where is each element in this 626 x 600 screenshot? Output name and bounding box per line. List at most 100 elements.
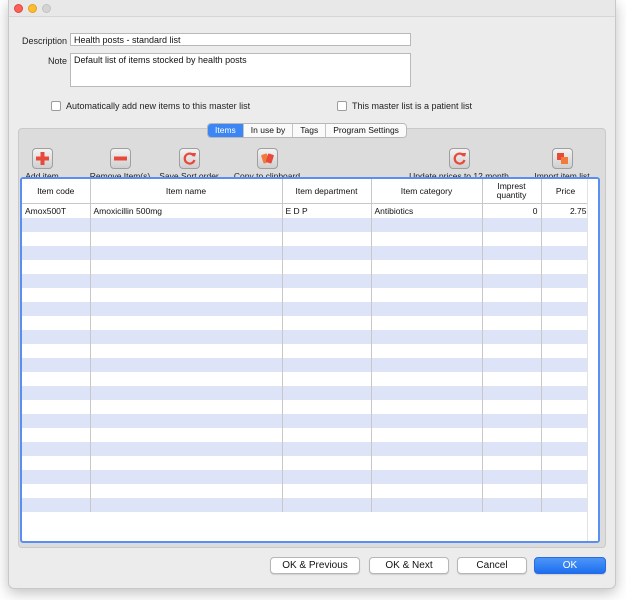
empty-cell — [282, 330, 372, 344]
empty-cell — [282, 358, 372, 372]
ok-button[interactable]: OK — [534, 557, 606, 574]
tab-tags[interactable]: Tags — [293, 124, 327, 137]
empty-cell — [371, 400, 483, 414]
empty-cell — [371, 274, 483, 288]
empty-cell — [22, 218, 91, 232]
empty-row — [22, 386, 591, 400]
empty-cell — [541, 498, 591, 512]
empty-cell — [482, 232, 542, 246]
empty-cell — [90, 372, 283, 386]
ok-next-button[interactable]: OK & Next — [369, 557, 449, 574]
empty-cell — [90, 260, 283, 274]
col-item-department[interactable]: Item department — [282, 179, 372, 204]
empty-cell — [22, 246, 91, 260]
empty-cell — [541, 414, 591, 428]
col-item-code[interactable]: Item code — [22, 179, 91, 204]
empty-cell — [482, 344, 542, 358]
empty-cell — [22, 232, 91, 246]
empty-cell — [482, 428, 542, 442]
empty-cell — [282, 288, 372, 302]
empty-cell — [90, 330, 283, 344]
patient-list-checkbox-row[interactable]: This master list is a patient list — [337, 101, 472, 111]
zoom-window-button[interactable] — [42, 4, 51, 13]
empty-cell — [482, 302, 542, 316]
empty-cell — [282, 400, 372, 414]
empty-row — [22, 470, 591, 484]
cell-imprest-quantity: 0 — [482, 203, 542, 218]
empty-cell — [90, 316, 283, 330]
empty-cell — [482, 442, 542, 456]
patient-list-checkbox[interactable] — [337, 101, 347, 111]
empty-cell — [22, 428, 91, 442]
col-imprest-quantity[interactable]: Imprest quantity — [482, 179, 542, 204]
auto-add-checkbox-row[interactable]: Automatically add new items to this mast… — [51, 101, 250, 111]
empty-cell — [282, 260, 372, 274]
empty-cell — [541, 330, 591, 344]
tab-program-settings[interactable]: Program Settings — [326, 124, 406, 137]
empty-cell — [90, 484, 283, 498]
empty-cell — [371, 428, 483, 442]
empty-cell — [482, 456, 542, 470]
empty-cell — [482, 274, 542, 288]
empty-cell — [482, 414, 542, 428]
empty-row — [22, 260, 591, 274]
col-item-name[interactable]: Item name — [90, 179, 283, 204]
empty-cell — [90, 246, 283, 260]
col-item-category[interactable]: Item category — [371, 179, 483, 204]
minimize-window-button[interactable] — [28, 4, 37, 13]
empty-row — [22, 358, 591, 372]
empty-cell — [90, 232, 283, 246]
description-field[interactable]: Health posts - standard list — [70, 33, 411, 46]
empty-cell — [282, 484, 372, 498]
empty-cell — [90, 358, 283, 372]
empty-cell — [541, 358, 591, 372]
cancel-button[interactable]: Cancel — [457, 557, 527, 574]
empty-row — [22, 274, 591, 288]
ok-previous-button[interactable]: OK & Previous — [270, 557, 360, 574]
empty-cell — [282, 232, 372, 246]
empty-cell — [22, 372, 91, 386]
note-field[interactable]: Default list of items stocked by health … — [70, 53, 411, 87]
empty-cell — [90, 218, 283, 232]
empty-cell — [22, 456, 91, 470]
empty-cell — [22, 344, 91, 358]
empty-cell — [541, 274, 591, 288]
close-window-button[interactable] — [14, 4, 23, 13]
empty-cell — [541, 246, 591, 260]
table-row[interactable]: Amox500T Amoxicillin 500mg E D P Antibio… — [22, 203, 591, 218]
clipboard-icon — [256, 148, 278, 169]
empty-cell — [22, 330, 91, 344]
empty-cell — [371, 386, 483, 400]
empty-row — [22, 316, 591, 330]
empty-row — [22, 302, 591, 316]
empty-cell — [22, 358, 91, 372]
auto-add-checkbox[interactable] — [51, 101, 61, 111]
empty-cell — [482, 386, 542, 400]
col-price[interactable]: Price — [541, 179, 591, 204]
empty-row — [22, 484, 591, 498]
empty-cell — [282, 442, 372, 456]
empty-cell — [22, 302, 91, 316]
tab-items[interactable]: Items — [208, 124, 244, 137]
empty-row — [22, 288, 591, 302]
items-table[interactable]: Item code Item name Item department Item… — [20, 177, 600, 543]
empty-cell — [282, 498, 372, 512]
vertical-scrollbar[interactable] — [587, 179, 598, 541]
empty-cell — [541, 442, 591, 456]
empty-cell — [371, 218, 483, 232]
table-header-row: Item code Item name Item department Item… — [22, 179, 591, 204]
cell-item-name: Amoxicillin 500mg — [90, 203, 283, 218]
empty-cell — [90, 442, 283, 456]
empty-cell — [371, 260, 483, 274]
empty-cell — [22, 442, 91, 456]
tab-in-use-by[interactable]: In use by — [243, 124, 294, 137]
empty-cell — [371, 344, 483, 358]
empty-cell — [482, 372, 542, 386]
empty-cell — [282, 316, 372, 330]
empty-cell — [541, 456, 591, 470]
empty-cell — [541, 372, 591, 386]
empty-row — [22, 428, 591, 442]
empty-cell — [371, 302, 483, 316]
empty-cell — [371, 414, 483, 428]
empty-cell — [371, 246, 483, 260]
